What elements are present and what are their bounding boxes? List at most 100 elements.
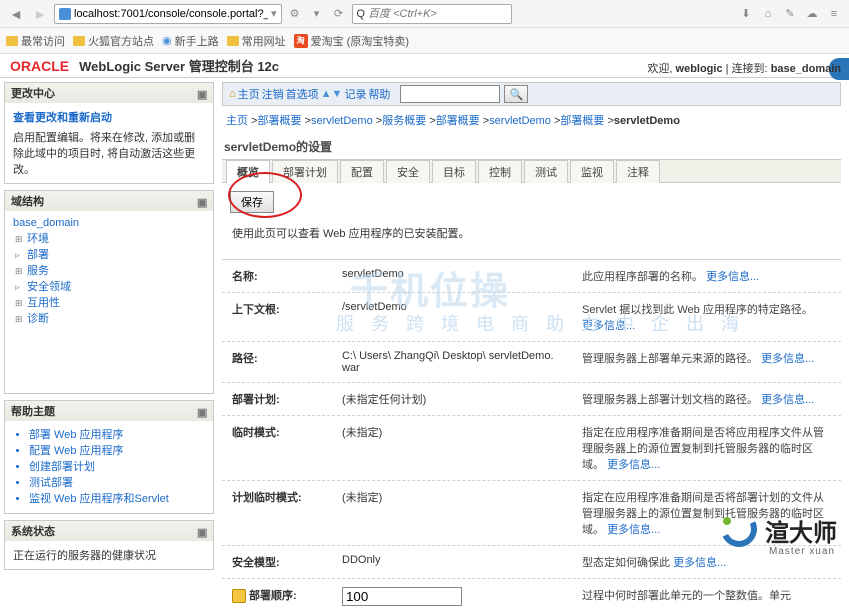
bc-link[interactable]: servletDemo: [311, 115, 373, 127]
menu-home[interactable]: 主页: [238, 86, 260, 102]
breadcrumb: 主页 >部署概要 >servletDemo >服务概要 >部署概要 >servl…: [222, 106, 841, 134]
search-input[interactable]: [368, 8, 511, 20]
tree-node-env[interactable]: 环境: [27, 231, 205, 247]
bookmark-bar: 最常访问 火狐官方站点 ◉新手上路 常用网址 淘爱淘宝 (原淘宝特卖): [0, 28, 849, 54]
mixer-icon[interactable]: ⚙: [286, 5, 304, 23]
bookmark-firefox[interactable]: 火狐官方站点: [73, 33, 154, 49]
page-title: servletDemo的设置: [222, 134, 841, 159]
prop-label: 路径:: [232, 350, 332, 374]
bookmark-common[interactable]: 常用网址: [227, 33, 286, 49]
browser-search[interactable]: Q: [352, 4, 512, 24]
menu-logout[interactable]: 注销: [262, 86, 284, 102]
change-center-panel: 更改中心▣ 查看更改和重新启动 启用配置编辑。将来在修改, 添加或删除此域中的项…: [4, 82, 214, 184]
tree-node-service[interactable]: 服务: [27, 263, 205, 279]
left-column: 更改中心▣ 查看更改和重新启动 启用配置编辑。将来在修改, 添加或删除此域中的项…: [0, 78, 218, 567]
bc-link[interactable]: 部署概要: [560, 115, 604, 127]
prop-row-path: 路径: C:\ Users\ ZhangQi\ Desktop\ servlet…: [222, 341, 841, 382]
url-bar[interactable]: ▾: [54, 4, 282, 24]
menu-help[interactable]: 帮助: [368, 86, 390, 102]
bc-link[interactable]: 部署概要: [436, 115, 480, 127]
prop-value: (未指定): [342, 424, 572, 472]
bc-link[interactable]: 服务概要: [382, 115, 426, 127]
prop-help: 指定在应用程序准备期间是否将部署计划的文件从管理服务器上的源位置复制到托管服务器…: [582, 489, 831, 537]
prop-row-security-model: 安全模型: DDOnly 型态定如何确保此 更多信息...: [222, 545, 841, 578]
tab-test[interactable]: 测试: [524, 160, 568, 183]
tab-security[interactable]: 安全: [386, 160, 430, 183]
help-link[interactable]: 创建部署计划: [29, 459, 205, 475]
console-search-button[interactable]: 🔍: [504, 85, 528, 103]
collapse-icon[interactable]: ▣: [197, 196, 207, 206]
prop-value: /servletDemo: [342, 301, 572, 333]
more-info-link[interactable]: 更多信息...: [607, 459, 660, 471]
more-info-link[interactable]: 更多信息...: [761, 394, 814, 406]
prop-value: C:\ Users\ ZhangQi\ Desktop\ servletDemo…: [342, 350, 572, 374]
tab-notes[interactable]: 注释: [616, 160, 660, 183]
download-icon[interactable]: ⬇: [737, 5, 755, 23]
oracle-logo: ORACLE: [10, 58, 69, 74]
folder-icon: [227, 36, 239, 46]
list-icon[interactable]: ≡: [825, 5, 843, 23]
home-icon[interactable]: ⌂: [229, 88, 236, 100]
pin-icon[interactable]: ✎: [781, 5, 799, 23]
save-button[interactable]: 保存: [230, 191, 274, 213]
system-status-panel: 系统状态▣ 正在运行的服务器的健康状况: [4, 520, 214, 570]
menu-record[interactable]: 记录: [344, 86, 366, 102]
back-icon[interactable]: ◄: [6, 4, 26, 24]
deploy-order-input[interactable]: [342, 587, 462, 606]
prop-label: 上下文根:: [232, 301, 332, 333]
collapse-icon[interactable]: ▣: [197, 526, 207, 536]
view-changes-link[interactable]: 查看更改和重新启动: [13, 109, 205, 125]
collapse-icon[interactable]: ▣: [197, 406, 207, 416]
url-input[interactable]: [74, 8, 268, 20]
forward-icon[interactable]: ►: [30, 4, 50, 24]
tab-overview[interactable]: 概览: [226, 160, 270, 183]
tree-node-deploy[interactable]: 部署: [27, 247, 205, 263]
tab-control[interactable]: 控制: [478, 160, 522, 183]
tab-config[interactable]: 配置: [340, 160, 384, 183]
bc-link[interactable]: servletDemo: [489, 115, 551, 127]
prop-label: 名称:: [232, 268, 332, 284]
prop-label: 安全模型:: [232, 554, 332, 570]
reload-dropdown-icon[interactable]: ▾: [308, 5, 326, 23]
tab-deploy-plan[interactable]: 部署计划: [272, 160, 338, 183]
bc-link[interactable]: 部署概要: [257, 115, 301, 127]
more-info-link[interactable]: 更多信息...: [761, 353, 814, 365]
more-info-link[interactable]: 更多信息...: [607, 524, 660, 536]
help-link[interactable]: 监视 Web 应用程序和Servlet: [29, 491, 205, 507]
panel-header: 域结构▣: [5, 191, 213, 211]
more-info-link[interactable]: 更多信息...: [582, 320, 635, 332]
tab-monitor[interactable]: 监视: [570, 160, 614, 183]
prop-help: 此应用程序部署的名称。 更多信息...: [582, 268, 831, 284]
prop-help: 指定在应用程序准备期间是否将应用程序文件从管理服务器上的源位置复制到托管服务器的…: [582, 424, 831, 472]
dropdown-icon[interactable]: ▾: [271, 7, 277, 20]
console-search-input[interactable]: [400, 85, 500, 103]
help-link[interactable]: 配置 Web 应用程序: [29, 443, 205, 459]
tree-root[interactable]: base_domain: [13, 217, 205, 229]
prop-value: (未指定任何计划): [342, 391, 572, 407]
prop-value: (未指定): [342, 489, 572, 537]
bookmark-most-visited[interactable]: 最常访问: [6, 33, 65, 49]
tree-node-diag[interactable]: 诊断: [27, 311, 205, 327]
help-link[interactable]: 部署 Web 应用程序: [29, 427, 205, 443]
bookmark-newbie[interactable]: ◉新手上路: [162, 33, 219, 49]
tree-node-interop[interactable]: 互用性: [27, 295, 205, 311]
prop-help: Servlet 据以找到此 Web 应用程序的特定路径。 更多信息...: [582, 301, 831, 333]
property-table: 名称: servletDemo 此应用程序部署的名称。 更多信息... 上下文根…: [222, 259, 841, 614]
menu-prefs[interactable]: 首选项: [286, 86, 319, 102]
collapse-icon[interactable]: ▣: [197, 88, 207, 98]
reload-icon[interactable]: ⟳: [330, 5, 348, 23]
prop-row-context: 上下文根: /servletDemo Servlet 据以找到此 Web 应用程…: [222, 292, 841, 341]
record-icon[interactable]: ▲▼: [321, 88, 343, 100]
help-link[interactable]: 测试部署: [29, 475, 205, 491]
tab-target[interactable]: 目标: [432, 160, 476, 183]
home-icon[interactable]: ⌂: [759, 5, 777, 23]
more-info-link[interactable]: 更多信息...: [673, 557, 726, 569]
tree-node-security[interactable]: 安全领域: [27, 279, 205, 295]
prop-label: 部署顺序:: [232, 587, 332, 606]
more-info-link[interactable]: 更多信息...: [706, 271, 759, 283]
bookmark-taobao[interactable]: 淘爱淘宝 (原淘宝特卖): [294, 33, 409, 49]
bc-link[interactable]: 主页: [226, 115, 248, 127]
prop-help: 管理服务器上部署单元来源的路径。 更多信息...: [582, 350, 831, 374]
globe-icon: ◉: [162, 34, 172, 47]
chat-icon[interactable]: ☁: [803, 5, 821, 23]
